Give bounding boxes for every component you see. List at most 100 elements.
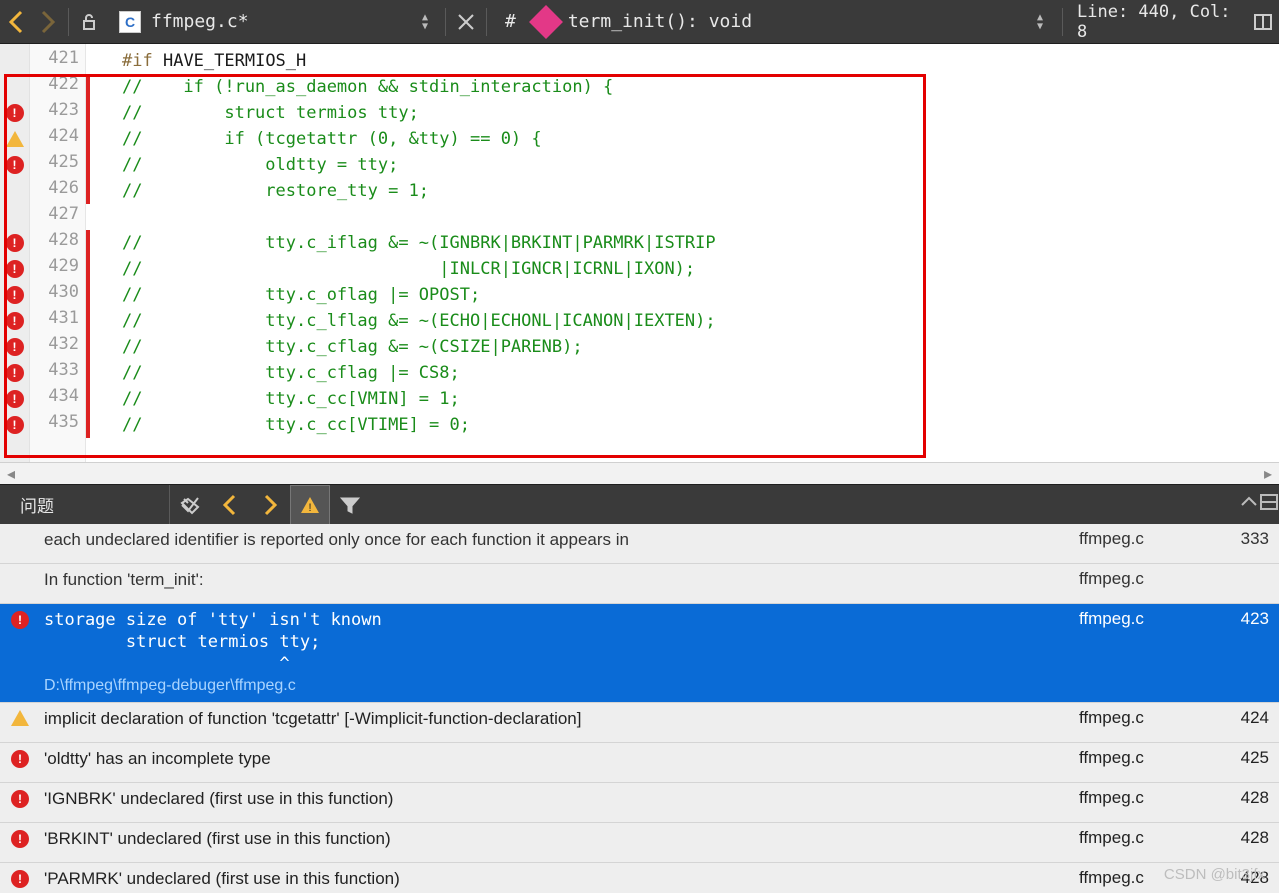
code-line[interactable]: // tty.c_iflag &= ~(IGNBRK|BRKINT|PARMRK… bbox=[92, 230, 1279, 256]
problem-line: 425 bbox=[1209, 748, 1279, 768]
separator bbox=[486, 8, 487, 36]
problem-row[interactable]: !'PARMRK' undeclared (first use in this … bbox=[0, 863, 1279, 893]
line-number: 428 bbox=[30, 230, 85, 256]
line-number: 424 bbox=[30, 126, 85, 152]
panel-layout-button[interactable] bbox=[1259, 492, 1279, 517]
problem-message: 'BRKINT' undeclared (first use in this f… bbox=[40, 828, 1079, 850]
lock-icon[interactable] bbox=[73, 6, 105, 38]
modified-marker bbox=[86, 386, 90, 412]
horizontal-scrollbar[interactable]: ◂ ▸ bbox=[0, 462, 1279, 484]
problem-line: 333 bbox=[1209, 529, 1279, 549]
nav-forward-button[interactable] bbox=[32, 6, 64, 38]
problem-row[interactable]: ! 'IGNBRK' undeclared (first use in this … bbox=[0, 783, 1279, 823]
code-text-area[interactable]: #if HAVE_TERMIOS_H// if (!run_as_daemon … bbox=[92, 44, 1279, 462]
modified-marker bbox=[86, 308, 90, 334]
line-number: 430 bbox=[30, 282, 85, 308]
gutter-row: ! bbox=[0, 308, 29, 334]
problem-row[interactable]: implicit declaration of function 'tcgeta… bbox=[0, 703, 1279, 743]
line-number: 433 bbox=[30, 360, 85, 386]
gutter-row bbox=[0, 74, 29, 100]
modified-marker bbox=[86, 178, 90, 204]
problem-line: 423 bbox=[1209, 609, 1279, 629]
problem-file-path: D:\ffmpeg\ffmpeg-debuger\ffmpeg.c bbox=[44, 675, 1079, 697]
file-type-c-icon: C bbox=[119, 11, 141, 33]
code-line[interactable]: // tty.c_cc[VTIME] = 0; bbox=[92, 412, 1279, 438]
line-number: 429 bbox=[30, 256, 85, 282]
error-icon: ! bbox=[6, 364, 24, 382]
code-line[interactable]: // if (!run_as_daemon && stdin_interacti… bbox=[92, 74, 1279, 100]
code-line[interactable]: // restore_tty = 1; bbox=[92, 178, 1279, 204]
modified-marker bbox=[86, 74, 90, 100]
problem-row[interactable]: In function 'term_init':ffmpeg.c bbox=[0, 564, 1279, 604]
problem-message: 'IGNBRK' undeclared (first use in this f… bbox=[40, 788, 1079, 810]
code-line[interactable]: // tty.c_cflag &= ~(CSIZE|PARENB); bbox=[92, 334, 1279, 360]
line-number: 434 bbox=[30, 386, 85, 412]
error-icon: ! bbox=[6, 286, 24, 304]
code-line[interactable]: #if HAVE_TERMIOS_H bbox=[92, 48, 1279, 74]
scroll-right-icon[interactable]: ▸ bbox=[1257, 463, 1279, 485]
show-warnings-toggle[interactable]: ! bbox=[290, 485, 330, 525]
code-line[interactable]: // oldtty = tty; bbox=[92, 152, 1279, 178]
problem-icon-cell bbox=[0, 529, 40, 531]
problem-line: 428 bbox=[1209, 868, 1279, 888]
split-panel-button[interactable] bbox=[1247, 6, 1279, 38]
filter-problems-button[interactable] bbox=[330, 485, 370, 525]
problem-row[interactable]: each undeclared identifier is reported o… bbox=[0, 524, 1279, 564]
scroll-left-icon[interactable]: ◂ bbox=[0, 463, 22, 485]
problem-file: ffmpeg.c bbox=[1079, 529, 1209, 549]
warning-icon bbox=[6, 131, 24, 147]
problem-message: 'oldtty' has an incomplete type bbox=[40, 748, 1079, 770]
prev-problem-button[interactable] bbox=[210, 485, 250, 525]
next-problem-button[interactable] bbox=[250, 485, 290, 525]
modified-marker bbox=[86, 360, 90, 386]
problem-icon-cell: ! bbox=[0, 868, 40, 888]
modified-marker bbox=[86, 100, 90, 126]
separator bbox=[445, 8, 446, 36]
modified-marker bbox=[86, 334, 90, 360]
error-icon: ! bbox=[11, 790, 29, 808]
code-editor[interactable]: !!!!!!!!!! 42142242342442542642742842943… bbox=[0, 44, 1279, 462]
problem-row[interactable]: !'oldtty' has an incomplete typeffmpeg.c… bbox=[0, 743, 1279, 783]
modified-marker bbox=[86, 126, 90, 152]
problem-message: implicit declaration of function 'tcgeta… bbox=[40, 708, 1079, 730]
code-line[interactable]: // struct termios tty; bbox=[92, 100, 1279, 126]
error-icon: ! bbox=[11, 750, 29, 768]
gutter-row: ! bbox=[0, 386, 29, 412]
region-hash-label: # bbox=[505, 11, 516, 32]
problem-icon-cell: ! bbox=[0, 828, 40, 848]
file-selector[interactable]: ffmpeg.c* ▲▼ bbox=[151, 11, 441, 32]
modified-marker bbox=[86, 230, 90, 256]
problem-icon-cell: ! bbox=[0, 788, 40, 808]
line-number: 427 bbox=[30, 204, 85, 230]
code-line[interactable] bbox=[92, 204, 1279, 230]
code-line[interactable]: // |INLCR|IGNCR|ICRNL|IXON); bbox=[92, 256, 1279, 282]
gutter-row: ! bbox=[0, 360, 29, 386]
updown-arrows-icon: ▲▼ bbox=[415, 13, 435, 31]
problems-list[interactable]: each undeclared identifier is reported o… bbox=[0, 524, 1279, 893]
problem-row[interactable]: !storage size of 'tty' isn't known struc… bbox=[0, 604, 1279, 703]
gutter-row: ! bbox=[0, 282, 29, 308]
gutter-row: ! bbox=[0, 152, 29, 178]
svg-text:!: ! bbox=[308, 502, 311, 514]
close-file-button[interactable] bbox=[450, 6, 482, 38]
error-icon: ! bbox=[11, 611, 29, 629]
line-number: 431 bbox=[30, 308, 85, 334]
code-line[interactable]: // tty.c_oflag |= OPOST; bbox=[92, 282, 1279, 308]
problem-row[interactable]: ! 'BRKINT' undeclared (first use in this … bbox=[0, 823, 1279, 863]
code-line[interactable]: // tty.c_lflag &= ~(ECHO|ECHONL|ICANON|I… bbox=[92, 308, 1279, 334]
line-number: 422 bbox=[30, 74, 85, 100]
code-line[interactable]: // tty.c_cc[VMIN] = 1; bbox=[92, 386, 1279, 412]
code-line[interactable]: // if (tcgetattr (0, &tty) == 0) { bbox=[92, 126, 1279, 152]
problem-line: 428 bbox=[1209, 828, 1279, 848]
error-icon: ! bbox=[11, 830, 29, 848]
clear-problems-button[interactable] bbox=[170, 485, 210, 525]
gutter-row bbox=[0, 204, 29, 230]
gutter-row: ! bbox=[0, 256, 29, 282]
code-line[interactable]: // tty.c_cflag |= CS8; bbox=[92, 360, 1279, 386]
collapse-panel-button[interactable] bbox=[1239, 495, 1259, 514]
problem-icon-cell: ! bbox=[0, 609, 40, 629]
nav-back-button[interactable] bbox=[0, 6, 32, 38]
problem-file: ffmpeg.c bbox=[1079, 708, 1209, 728]
line-number: 423 bbox=[30, 100, 85, 126]
symbol-selector[interactable]: term_init(): void ▲▼ bbox=[568, 11, 1058, 32]
